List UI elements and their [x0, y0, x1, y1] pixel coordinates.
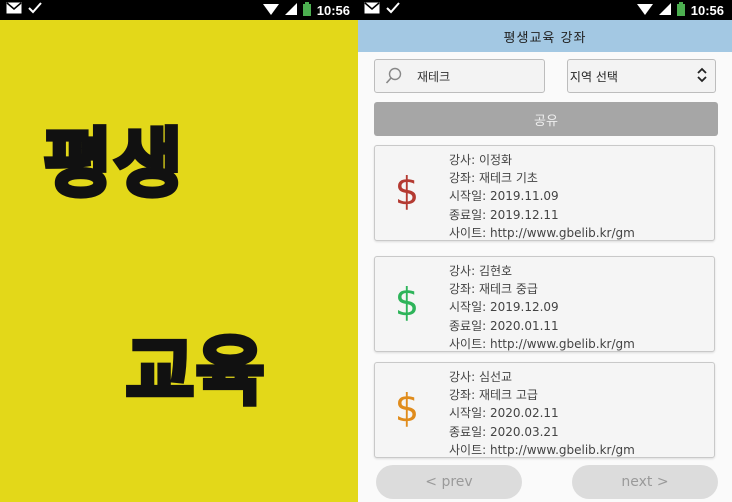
course-name-text: 강좌: 재테크 고급 — [449, 388, 538, 403]
dollar-icon: $ — [394, 386, 420, 430]
course-card[interactable]: $ 강사: 이정화 강좌: 재테크 기초 시작일: 2019.11.09 종료일… — [374, 145, 715, 241]
search-box[interactable] — [374, 59, 545, 93]
mail-icon — [364, 2, 380, 17]
splash-title-line1: 평생 — [41, 119, 185, 210]
region-select-value: 지역 선택 — [569, 69, 618, 84]
status-bar-right: 10:56 — [358, 0, 732, 20]
course-name-text: 강좌: 재테크 기초 — [449, 171, 538, 186]
status-bar-left: 10:56 — [0, 0, 358, 20]
start-date-text: 시작일: 2019.12.09 — [449, 300, 559, 315]
mail-icon — [6, 2, 22, 17]
next-button[interactable]: next > — [572, 465, 718, 499]
site-link[interactable]: 사이트: http://www.gbelib.kr/gm — [449, 335, 635, 353]
signal-icon — [658, 3, 671, 18]
search-input[interactable] — [417, 69, 537, 83]
site-link[interactable]: 사이트: http://www.gbelib.kr/gm — [449, 441, 635, 459]
clock: 10:56 — [316, 3, 350, 18]
splash-title-line2: 교육 — [123, 327, 267, 418]
clock: 10:56 — [690, 3, 724, 18]
site-link[interactable]: 사이트: http://www.gbelib.kr/gm — [449, 224, 635, 242]
signal-icon — [284, 3, 297, 18]
wifi-icon — [262, 3, 279, 18]
start-date-text: 시작일: 2020.02.11 — [449, 406, 559, 421]
course-card[interactable]: $ 강사: 심선교 강좌: 재테크 고급 시작일: 2020.02.11 종료일… — [374, 362, 715, 458]
search-icon[interactable] — [383, 65, 405, 87]
end-date-text: 종료일: 2020.03.21 — [449, 424, 559, 439]
dollar-icon: $ — [394, 169, 420, 213]
region-select[interactable]: 지역 선택 — [566, 59, 716, 93]
battery-icon — [302, 2, 311, 19]
splash-screen: 평생 교육 — [0, 20, 358, 502]
check-icon — [28, 2, 42, 17]
instructor-text: 강사: 김현호 — [449, 264, 513, 278]
share-button[interactable]: 공유 — [374, 102, 718, 136]
course-name-text: 강좌: 재테크 중급 — [449, 282, 538, 297]
instructor-text: 강사: 심선교 — [449, 370, 513, 384]
end-date-text: 종료일: 2020.01.11 — [449, 318, 559, 333]
wifi-icon — [636, 3, 653, 18]
end-date-text: 종료일: 2019.12.11 — [449, 207, 559, 222]
course-list-screen: 평생교육 강좌 지역 선택 공유 $ 강사: 이정화 강좌: 재테크 기초 시작… — [358, 20, 732, 502]
check-icon — [386, 2, 400, 17]
instructor-text: 강사: 이정화 — [449, 153, 513, 167]
dollar-icon: $ — [394, 280, 420, 324]
battery-icon — [676, 2, 685, 19]
search-row: 지역 선택 — [374, 59, 716, 93]
start-date-text: 시작일: 2019.11.09 — [449, 189, 559, 204]
prev-button[interactable]: < prev — [376, 465, 522, 499]
spinner-arrows-icon — [697, 67, 707, 86]
app-title: 평생교육 강좌 — [358, 20, 732, 52]
course-card[interactable]: $ 강사: 김현호 강좌: 재테크 중급 시작일: 2019.12.09 종료일… — [374, 256, 715, 352]
